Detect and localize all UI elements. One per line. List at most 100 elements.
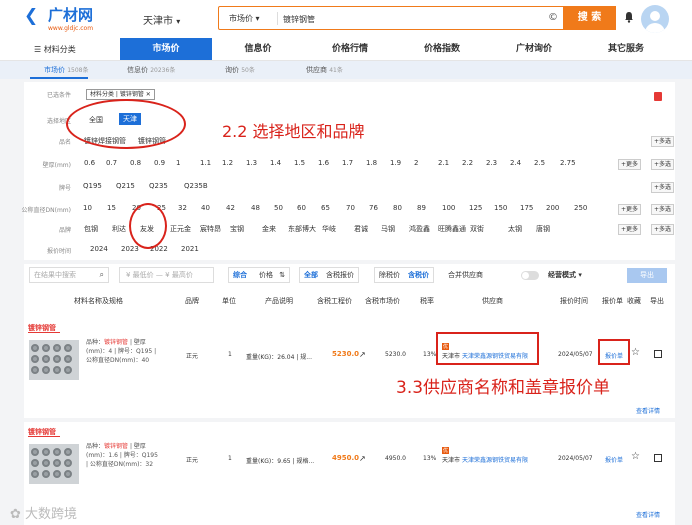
- wall-thickness-option[interactable]: 1.9: [390, 159, 401, 167]
- product-image[interactable]: [29, 444, 79, 484]
- brand-option[interactable]: 正元金: [170, 224, 191, 234]
- brand-option[interactable]: 东部博大: [288, 224, 316, 234]
- merge-supplier-toggle[interactable]: [521, 271, 539, 280]
- star-icon[interactable]: ☆: [631, 347, 640, 358]
- nav-item-other-services[interactable]: 其它服务: [580, 38, 672, 60]
- time-option[interactable]: 2023: [121, 245, 139, 253]
- search-button[interactable]: 搜 索: [563, 6, 616, 30]
- brand-option[interactable]: 华岐: [322, 224, 336, 234]
- diameter-option[interactable]: 125: [469, 204, 482, 212]
- diameter-option[interactable]: 200: [546, 204, 559, 212]
- wall-thickness-option[interactable]: 1.1: [200, 159, 211, 167]
- brand-option[interactable]: 金来: [262, 224, 276, 234]
- wall-thickness-option[interactable]: 1.6: [318, 159, 329, 167]
- multi-select-button[interactable]: +多选: [651, 182, 675, 193]
- category-menu[interactable]: ☰ 材料分类: [34, 44, 76, 55]
- wall-thickness-option[interactable]: 2.2: [462, 159, 473, 167]
- brand-option[interactable]: 太钢: [508, 224, 522, 234]
- price-type-toggle[interactable]: 除税价 含税价: [374, 267, 434, 283]
- scope-tax[interactable]: 含税报价: [322, 268, 358, 282]
- diameter-option[interactable]: 32: [178, 204, 187, 212]
- brand-option[interactable]: 鸿盈鑫: [409, 224, 430, 234]
- bell-icon[interactable]: [623, 11, 635, 23]
- nav-item-market-price[interactable]: 市场价: [120, 38, 212, 60]
- export-button[interactable]: 导出: [627, 268, 667, 283]
- more-button[interactable]: +更多: [618, 159, 642, 170]
- diameter-option[interactable]: 80: [393, 204, 402, 212]
- more-button[interactable]: +更多: [618, 224, 642, 235]
- diameter-option[interactable]: 89: [417, 204, 426, 212]
- diameter-option[interactable]: 60: [297, 204, 306, 212]
- wall-thickness-option[interactable]: 0.7: [106, 159, 117, 167]
- export-checkbox[interactable]: [654, 350, 662, 358]
- tab-inquiry[interactable]: 询价 50条: [225, 65, 255, 75]
- wall-thickness-option[interactable]: 2.4: [510, 159, 521, 167]
- city-selector[interactable]: 天津市 ▾: [143, 12, 180, 27]
- trash-icon[interactable]: [654, 92, 662, 101]
- brand-option[interactable]: 君诚: [354, 224, 368, 234]
- sort-combined[interactable]: 综合: [229, 268, 251, 282]
- column-header-market-price[interactable]: 含税市场价: [365, 296, 400, 306]
- diameter-option[interactable]: 70: [346, 204, 355, 212]
- search-input[interactable]: [283, 11, 533, 27]
- multi-select-button[interactable]: +多选: [651, 204, 675, 215]
- brand-option[interactable]: 旺腾鑫通: [438, 224, 466, 234]
- wall-thickness-option[interactable]: 0.9: [154, 159, 165, 167]
- wall-thickness-option[interactable]: 1.3: [246, 159, 257, 167]
- price-range-input[interactable]: ¥ 最低价 — ¥ 最高价: [119, 267, 214, 283]
- more-button[interactable]: +更多: [618, 204, 642, 215]
- search-category-select[interactable]: 市场价 ▾: [229, 13, 260, 24]
- diameter-option[interactable]: 100: [442, 204, 455, 212]
- export-checkbox[interactable]: [654, 454, 662, 462]
- wall-thickness-option[interactable]: 0.6: [84, 159, 95, 167]
- wall-thickness-option[interactable]: 1: [176, 159, 180, 167]
- diameter-option[interactable]: 65: [321, 204, 330, 212]
- diameter-option[interactable]: 42: [226, 204, 235, 212]
- wall-thickness-option[interactable]: 2.1: [438, 159, 449, 167]
- wall-thickness-option[interactable]: 1.4: [270, 159, 281, 167]
- sort-price[interactable]: 价格 ⇅: [251, 268, 289, 282]
- time-option[interactable]: 2024: [90, 245, 108, 253]
- diameter-option[interactable]: 76: [369, 204, 378, 212]
- grade-option[interactable]: Q215: [116, 182, 135, 190]
- price-with-tax[interactable]: 含税价: [404, 268, 433, 282]
- multi-select-button[interactable]: +多选: [651, 136, 675, 147]
- price-ex-tax[interactable]: 除税价: [375, 268, 404, 282]
- diameter-option[interactable]: 40: [201, 204, 210, 212]
- nav-item-price-trend[interactable]: 价格行情: [304, 38, 396, 60]
- brand-option[interactable]: 利达: [112, 224, 126, 234]
- diameter-option[interactable]: 250: [574, 204, 587, 212]
- wall-thickness-option[interactable]: 1.2: [222, 159, 233, 167]
- view-detail-link[interactable]: 查看详情: [636, 510, 660, 519]
- brand-option[interactable]: 宸特昂: [200, 224, 221, 234]
- grade-option[interactable]: Q195: [83, 182, 102, 190]
- star-icon[interactable]: ☆: [631, 451, 640, 462]
- wall-thickness-option[interactable]: 1.5: [294, 159, 305, 167]
- diameter-option[interactable]: 50: [274, 204, 283, 212]
- sort-toggle[interactable]: 综合 价格 ⇅: [228, 267, 291, 283]
- supplier[interactable]: 天津市 天津荣鑫源钢铁贸易有限: [442, 455, 528, 464]
- brand-option[interactable]: 马钢: [381, 224, 395, 234]
- wall-thickness-option[interactable]: 2.75: [560, 159, 576, 167]
- time-option[interactable]: 2021: [181, 245, 199, 253]
- brand-option[interactable]: 双街: [470, 224, 484, 234]
- site-logo[interactable]: ❮ 广材网 www.gldjc.com: [24, 5, 104, 33]
- result-search-input[interactable]: 在结果中搜索 ⌕: [29, 267, 109, 283]
- tab-supplier[interactable]: 供应商 41条: [306, 65, 343, 75]
- nav-item-price-index[interactable]: 价格指数: [396, 38, 488, 60]
- quote-sheet-link[interactable]: 报价单: [605, 455, 623, 464]
- wall-thickness-option[interactable]: 1.8: [366, 159, 377, 167]
- scope-toggle[interactable]: 全部 含税报价: [299, 267, 359, 283]
- view-detail-link[interactable]: 查看详情: [636, 406, 660, 415]
- diameter-option[interactable]: 15: [107, 204, 116, 212]
- brand-option[interactable]: 包钢: [84, 224, 98, 234]
- scope-all[interactable]: 全部: [300, 268, 322, 282]
- wall-thickness-option[interactable]: 0.8: [130, 159, 141, 167]
- tab-market-price[interactable]: 市场价 1508条: [44, 65, 89, 75]
- diameter-option[interactable]: 48: [251, 204, 260, 212]
- grade-option[interactable]: Q235: [149, 182, 168, 190]
- tab-info-price[interactable]: 信息价 20236条: [127, 65, 175, 75]
- brand-option[interactable]: 宝钢: [230, 224, 244, 234]
- trend-icon[interactable]: ↗: [359, 350, 366, 359]
- column-header-eng-price[interactable]: 含税工程价: [317, 296, 352, 306]
